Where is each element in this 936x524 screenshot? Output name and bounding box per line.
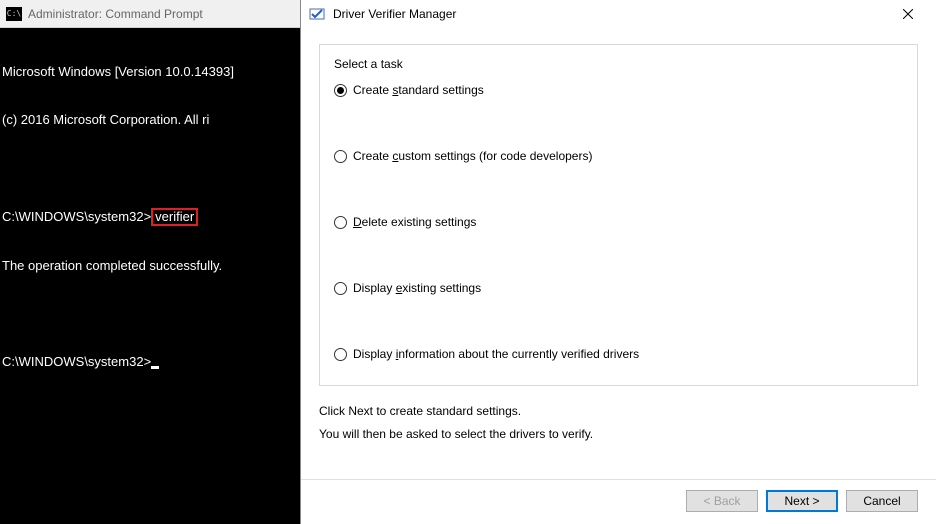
radio-label: Display existing settings	[353, 281, 481, 295]
instruction-line: You will then be asked to select the dri…	[319, 423, 918, 446]
cancel-button[interactable]: Cancel	[846, 490, 918, 512]
cmd-cursor	[151, 366, 159, 369]
cmd-window: C:\ Administrator: Command Prompt Micros…	[0, 0, 300, 524]
radio-icon	[334, 216, 347, 229]
cmd-prompt-line: C:\WINDOWS\system32>	[2, 354, 298, 370]
instruction-line: Click Next to create standard settings.	[319, 400, 918, 423]
driver-verifier-dialog: Driver Verifier Manager Select a task Cr…	[300, 0, 936, 524]
cmd-output-line: Microsoft Windows [Version 10.0.14393]	[2, 64, 298, 80]
dialog-titlebar[interactable]: Driver Verifier Manager	[301, 0, 936, 28]
cmd-icon: C:\	[6, 7, 22, 21]
cmd-prompt-line: C:\WINDOWS\system32>verifier	[2, 208, 298, 226]
radio-create-custom[interactable]: Create custom settings (for code develop…	[334, 149, 903, 163]
radio-label: Delete existing settings	[353, 215, 476, 229]
cmd-output-line	[2, 306, 298, 322]
task-label: Select a task	[334, 57, 903, 71]
cmd-prompt-prefix: C:\WINDOWS\system32>	[2, 354, 151, 369]
radio-icon	[334, 282, 347, 295]
radio-icon	[334, 150, 347, 163]
radio-delete-existing[interactable]: Delete existing settings	[334, 215, 903, 229]
radio-display-existing[interactable]: Display existing settings	[334, 281, 903, 295]
radio-icon	[334, 348, 347, 361]
radio-label: Create standard settings	[353, 83, 484, 97]
radio-label: Display information about the currently …	[353, 347, 639, 361]
cmd-output-line: The operation completed successfully.	[2, 258, 298, 274]
radio-display-info[interactable]: Display information about the currently …	[334, 347, 903, 361]
back-button: < Back	[686, 490, 758, 512]
cmd-output-line	[2, 160, 298, 176]
radio-create-standard[interactable]: Create standard settings	[334, 83, 903, 97]
cmd-title: Administrator: Command Prompt	[28, 7, 203, 21]
next-button[interactable]: Next >	[766, 490, 838, 512]
close-button[interactable]	[888, 0, 928, 28]
dialog-body: Select a task Create standard settings C…	[301, 44, 936, 446]
cmd-titlebar[interactable]: C:\ Administrator: Command Prompt	[0, 0, 300, 28]
cmd-output-line: (c) 2016 Microsoft Corporation. All ri	[2, 112, 298, 128]
task-fieldset: Select a task Create standard settings C…	[319, 44, 918, 386]
cmd-prompt-prefix: C:\WINDOWS\system32>	[2, 209, 151, 224]
verifier-icon	[309, 6, 325, 22]
dialog-title: Driver Verifier Manager	[333, 7, 888, 21]
cmd-body[interactable]: Microsoft Windows [Version 10.0.14393] (…	[0, 28, 300, 406]
instruction-text: Click Next to create standard settings. …	[319, 400, 918, 446]
highlighted-command: verifier	[151, 208, 198, 226]
radio-label: Create custom settings (for code develop…	[353, 149, 592, 163]
radio-icon	[334, 84, 347, 97]
dialog-footer: < Back Next > Cancel	[301, 479, 936, 524]
